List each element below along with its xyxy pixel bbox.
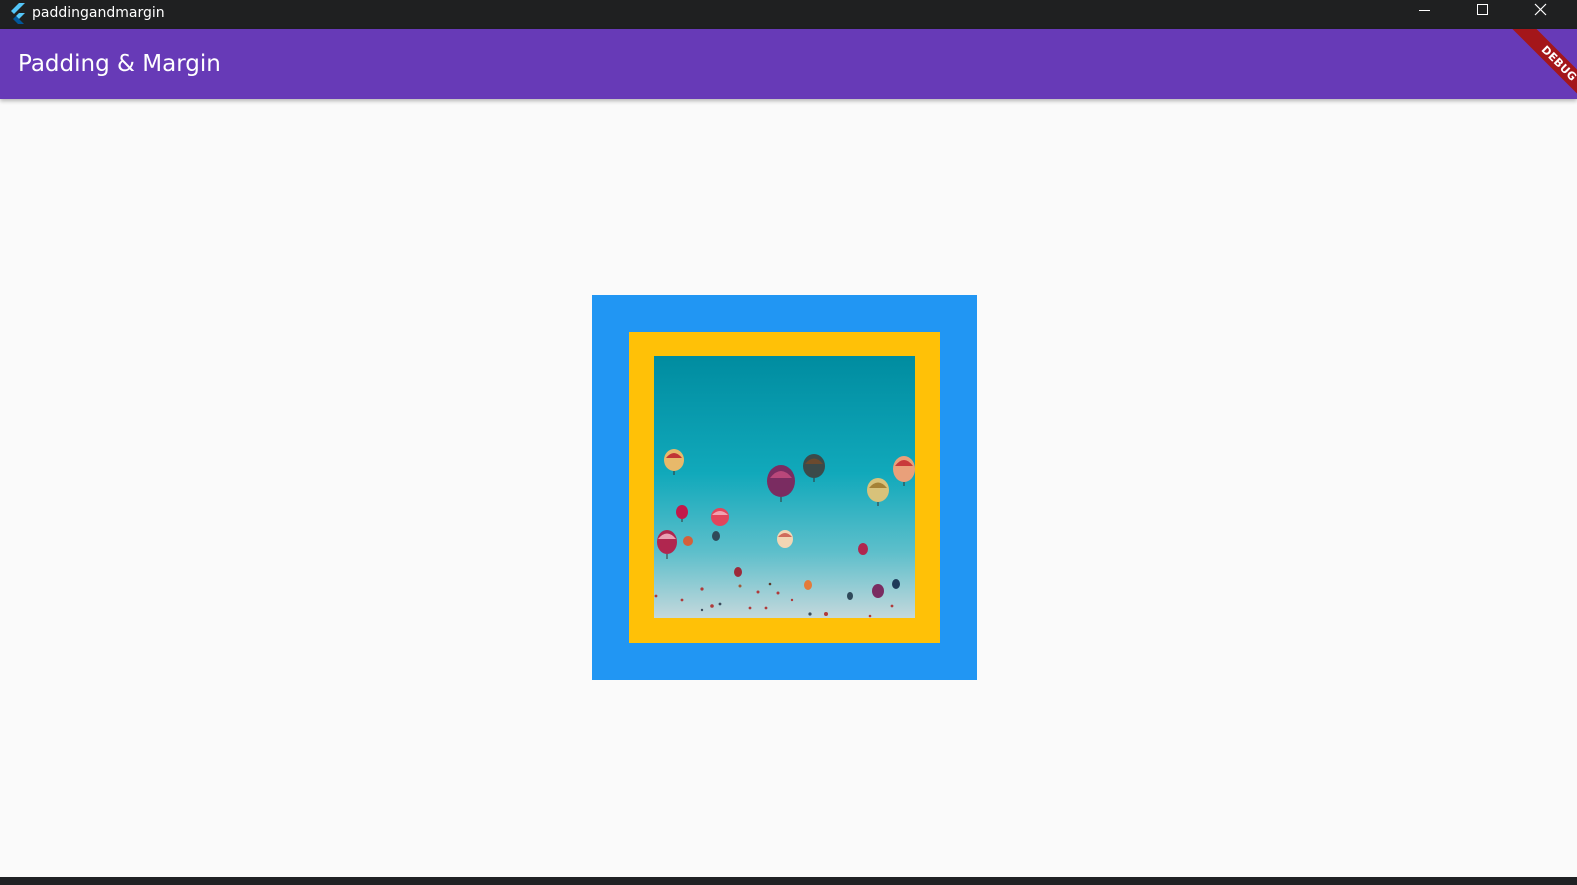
debug-banner-label: DEBUG bbox=[1510, 29, 1577, 109]
minimize-icon bbox=[1419, 10, 1430, 11]
maximize-button[interactable] bbox=[1461, 0, 1519, 29]
close-icon bbox=[1534, 3, 1547, 16]
maximize-icon bbox=[1477, 4, 1488, 15]
body-area bbox=[0, 99, 1577, 877]
app-bar-title: Padding & Margin bbox=[18, 51, 221, 77]
inner-container-padding bbox=[629, 332, 940, 643]
window-title-bar[interactable]: paddingandmargin bbox=[0, 0, 1577, 29]
window-title: paddingandmargin bbox=[32, 5, 165, 21]
minimize-button[interactable] bbox=[1403, 0, 1461, 29]
flutter-logo-icon bbox=[8, 2, 26, 25]
outer-container-margin bbox=[592, 295, 977, 680]
app-window: paddingandmargin Padding & Margin DEBUG bbox=[0, 0, 1577, 885]
close-button[interactable] bbox=[1519, 0, 1577, 29]
window-bottom-edge bbox=[0, 877, 1577, 885]
debug-banner: DEBUG bbox=[1497, 29, 1577, 109]
hot-air-balloons-image bbox=[654, 356, 915, 618]
app-bar: Padding & Margin bbox=[0, 29, 1577, 99]
